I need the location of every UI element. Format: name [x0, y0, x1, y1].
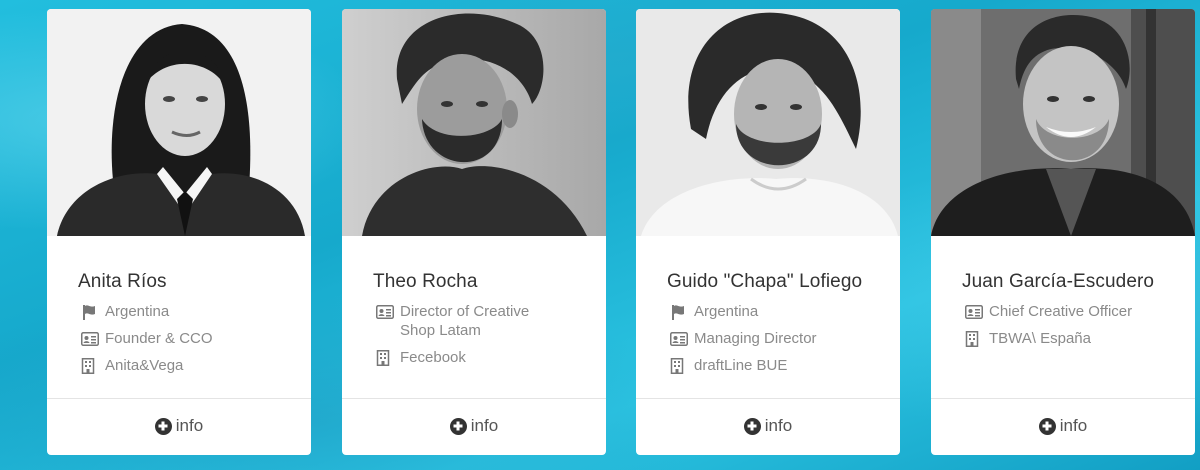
detail-text: Fecebook [400, 349, 466, 366]
building-icon [965, 329, 985, 348]
speaker-details: Argentina Managing Director draftLine BU… [670, 302, 880, 383]
card-divider [636, 398, 900, 399]
detail-text: Chief Creative Officer [989, 303, 1133, 320]
plus-circle-icon [154, 417, 172, 435]
speaker-name: Guido "Chapa" Lofiego [667, 271, 863, 292]
building-icon [376, 348, 396, 367]
info-button[interactable]: info [47, 414, 311, 438]
info-label: info [1059, 416, 1088, 435]
detail-company: TBWA\ España [965, 329, 1175, 348]
speaker-card: Theo Rocha Director of Creative Shop Lat… [342, 9, 606, 455]
speaker-details: Argentina Founder & CCO Anita&Vega [81, 302, 291, 383]
detail-country: Argentina [670, 302, 880, 321]
speaker-photo [636, 9, 900, 236]
speaker-details: Chief Creative Officer TBWA\ España [965, 302, 1175, 356]
detail-text: Founder & CCO [105, 330, 213, 347]
detail-text: Director of Creative Shop Latam [400, 303, 530, 339]
detail-text: TBWA\ España [989, 330, 1091, 347]
speaker-photo [931, 9, 1195, 236]
speaker-card: Guido "Chapa" Lofiego Argentina Managing… [636, 9, 900, 455]
plus-circle-icon [449, 417, 467, 435]
detail-text: Anita&Vega [105, 357, 184, 374]
id-card-icon [965, 302, 985, 321]
detail-text: Argentina [694, 303, 759, 320]
speaker-name: Anita Ríos [78, 271, 167, 292]
speaker-details: Director of Creative Shop Latam Fecebook [376, 302, 586, 375]
detail-role: Founder & CCO [81, 329, 291, 348]
plus-circle-icon [1038, 417, 1056, 435]
id-card-icon [670, 329, 690, 348]
info-button[interactable]: info [636, 414, 900, 438]
detail-text: draftLine BUE [694, 357, 788, 374]
speaker-name: Juan García-Escudero [962, 271, 1155, 292]
speaker-card: Juan García-Escudero Chief Creative Offi… [931, 9, 1195, 455]
detail-country: Argentina [81, 302, 291, 321]
id-card-icon [376, 302, 396, 321]
info-button[interactable]: info [342, 414, 606, 438]
card-divider [931, 398, 1195, 399]
info-button[interactable]: info [931, 414, 1195, 438]
building-icon [670, 356, 690, 375]
detail-role: Director of Creative Shop Latam [376, 302, 586, 340]
info-label: info [470, 416, 499, 435]
speaker-name: Theo Rocha [373, 271, 478, 292]
detail-company: Fecebook [376, 348, 586, 367]
card-divider [47, 398, 311, 399]
id-card-icon [81, 329, 101, 348]
detail-company: Anita&Vega [81, 356, 291, 375]
detail-text: Argentina [105, 303, 170, 320]
building-icon [81, 356, 101, 375]
speaker-photo [47, 9, 311, 236]
flag-icon [670, 302, 690, 321]
speaker-cards: Anita Ríos Argentina Founder & CCO Anita… [0, 0, 1200, 470]
plus-circle-icon [743, 417, 761, 435]
detail-company: draftLine BUE [670, 356, 880, 375]
info-label: info [175, 416, 204, 435]
detail-role: Managing Director [670, 329, 880, 348]
flag-icon [81, 302, 101, 321]
detail-role: Chief Creative Officer [965, 302, 1175, 321]
speaker-card: Anita Ríos Argentina Founder & CCO Anita… [47, 9, 311, 455]
card-divider [342, 398, 606, 399]
detail-text: Managing Director [694, 330, 817, 347]
speaker-photo [342, 9, 606, 236]
info-label: info [764, 416, 793, 435]
